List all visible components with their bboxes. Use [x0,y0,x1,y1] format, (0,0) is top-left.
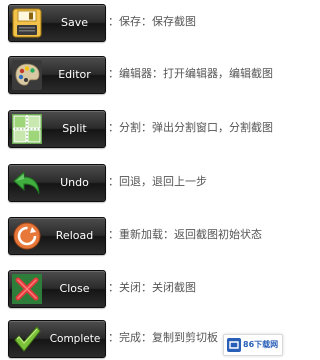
undo-description: ：回退，退回上一步 [108,175,207,188]
site-watermark: 86下载网 [223,334,283,356]
row-undo: Undo ：回退，退回上一步 [0,162,287,202]
editor-button[interactable]: Editor [8,56,106,94]
editor-description: ：编辑器：打开编辑器，编辑截图 [108,67,273,80]
close-button[interactable]: Close [8,270,106,308]
editor-button-label: Editor [58,68,91,81]
save-description: ：保存：保存截图 [108,15,196,28]
row-split: Split ：分割：弹出分割窗口，分割截图 [0,108,287,148]
close-x-icon [12,274,42,304]
close-description: ：关闭：关闭截图 [108,281,196,294]
complete-description: ：完成：复制到剪切板 [108,331,218,344]
row-reload: Reload ：重新加载：返回截图初始状态 [0,215,287,255]
row-close: Close ：关闭：关闭截图 [0,268,287,308]
reload-description: ：重新加载：返回截图初始状态 [108,228,262,241]
complete-button-label: Complete [49,333,101,345]
floppy-disk-icon [12,8,42,38]
reload-icon [12,221,42,251]
save-button[interactable]: Save [8,4,106,42]
close-button-label: Close [59,282,90,295]
undo-button[interactable]: Undo [8,164,106,202]
watermark-text: 86下载网 [243,340,279,349]
site-logo-icon [227,338,241,352]
reload-button-label: Reload [55,229,94,242]
row-save: Save ：保存：保存截图 [0,2,287,42]
save-button-label: Save [60,16,88,29]
split-grid-icon [12,114,42,144]
split-button-label: Split [62,122,87,135]
checkmark-icon [12,324,42,354]
undo-arrow-icon [12,168,42,198]
reload-button[interactable]: Reload [8,217,106,255]
complete-button[interactable]: Complete [8,320,106,358]
row-editor: Editor ：编辑器：打开编辑器，编辑截图 [0,54,287,94]
split-button[interactable]: Split [8,110,106,148]
split-description: ：分割：弹出分割窗口，分割截图 [108,121,273,134]
undo-button-label: Undo [60,176,89,189]
palette-icon [12,60,42,90]
